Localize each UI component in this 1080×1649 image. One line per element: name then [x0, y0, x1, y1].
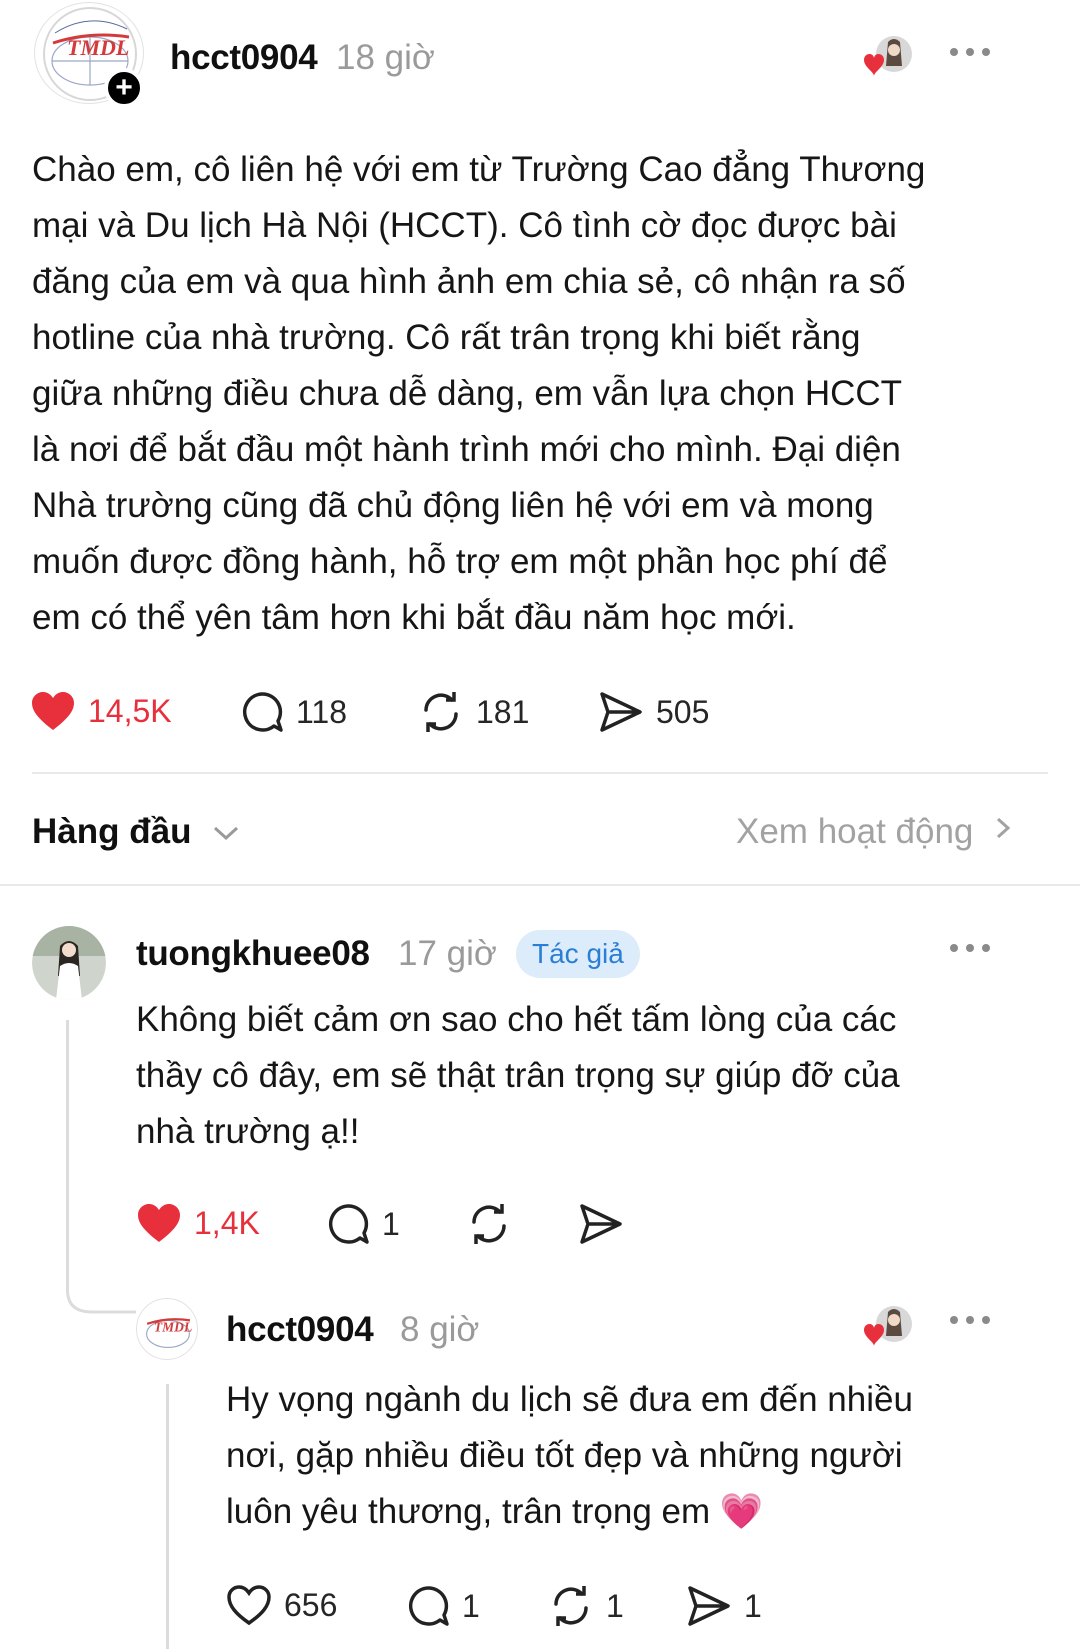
heart-filled-icon	[32, 692, 74, 730]
post-line: là nơi để bắt đầu một hành trình mới cho…	[32, 430, 901, 469]
post-share-button[interactable]: 505	[598, 690, 709, 734]
view-activity-link[interactable]: Xem hoạt động	[736, 812, 1013, 852]
svg-text:TMDL: TMDL	[67, 35, 129, 60]
liker-avatar	[862, 1304, 914, 1352]
comment-repost-button[interactable]	[466, 1202, 512, 1246]
comment-reply-button[interactable]: 1	[326, 1202, 400, 1246]
heart-filled-icon	[138, 1204, 180, 1242]
chevron-down-icon	[214, 826, 239, 841]
post-like-count: 14,5K	[88, 692, 172, 729]
repost-icon	[424, 692, 458, 732]
post-line: em có thể yên tâm hơn khi bắt đầu năm họ…	[32, 598, 796, 637]
post-line: đăng của em và qua hình ảnh em chia sẻ, …	[32, 262, 906, 301]
post-line: Chào em, cô liên hệ với em từ Trường Cao…	[32, 150, 926, 189]
post-line: mại và Du lịch Hà Nội (HCCT). Cô tình cờ…	[32, 206, 897, 245]
post-line: hotline của nhà trường. Cô rất trân trọn…	[32, 318, 861, 357]
post-line: Nhà trường cũng đã chủ động liên hệ với …	[32, 486, 874, 525]
post-reply-button[interactable]: 118	[240, 690, 347, 734]
liker-avatar	[862, 34, 914, 82]
send-icon	[600, 692, 642, 732]
tmdl-logo-icon: TMDL	[146, 1318, 192, 1349]
comment-icon	[328, 1204, 369, 1244]
send-icon	[580, 1204, 622, 1244]
author-badge: Tác giả	[516, 930, 640, 978]
post-body: Chào em, cô liên hệ với em từ Trường Cao…	[32, 142, 1032, 646]
section-divider	[0, 884, 1080, 886]
post-line: muốn được đồng hành, hỗ trợ em một phần …	[32, 542, 888, 581]
reply-reply-button[interactable]: 1	[406, 1584, 480, 1628]
heart-outline-icon	[227, 1585, 271, 1626]
reply-line-text: luôn yêu thương, trân trọng em	[226, 1492, 711, 1531]
comment-line: Không biết cảm ơn sao cho hết tấm lòng c…	[136, 1000, 897, 1039]
sort-label: Hàng đầu	[32, 812, 192, 851]
repost-icon	[554, 1586, 588, 1626]
comment-share-button[interactable]	[578, 1202, 624, 1246]
reply-share-count: 1	[744, 1587, 762, 1624]
send-icon	[688, 1586, 730, 1626]
comment-body: Không biết cảm ơn sao cho hết tấm lòng c…	[136, 992, 1036, 1160]
reply-line: nơi, gặp nhiều điều tốt đẹp và những ngư…	[226, 1436, 903, 1475]
post-share-count: 505	[656, 693, 710, 730]
post-line: giữa những điều chưa dễ dàng, em vẫn lựa…	[32, 374, 903, 413]
comment-thread-line	[66, 1020, 69, 1290]
comment-line: nhà trường ạ!!	[136, 1112, 360, 1151]
reply-share-button[interactable]: 1	[686, 1584, 762, 1628]
chevron-right-icon	[997, 817, 1011, 839]
comment-username[interactable]: tuongkhuee08	[136, 934, 370, 974]
reply-username[interactable]: hcct0904	[226, 1310, 374, 1350]
post-username[interactable]: hcct0904	[170, 38, 318, 78]
post-reply-count: 118	[296, 693, 348, 730]
reply-more-icon[interactable]	[950, 1314, 990, 1326]
view-activity-label: Xem hoạt động	[736, 812, 974, 851]
comment-like-button[interactable]: 1,4K	[136, 1202, 260, 1244]
reply-line: Hy vọng ngành du lịch sẽ đưa em đến nhiề…	[226, 1380, 913, 1419]
comment-avatar[interactable]	[32, 926, 106, 1000]
reply-like-button[interactable]: 656	[226, 1584, 337, 1626]
reply-avatar[interactable]: TMDL	[136, 1298, 198, 1360]
comment-like-count: 1,4K	[194, 1204, 260, 1241]
post-more-icon[interactable]	[950, 46, 990, 58]
follow-button[interactable]: +	[104, 68, 144, 108]
comment-icon	[242, 692, 283, 732]
reply-repost-button[interactable]: 1	[548, 1584, 624, 1628]
post-divider	[32, 772, 1048, 774]
post-time: 18 giờ	[336, 38, 435, 77]
sort-dropdown[interactable]: Hàng đầu	[32, 812, 241, 852]
comment-reply-count: 1	[382, 1205, 400, 1242]
reply-line: luôn yêu thương, trân trọng em 💗	[226, 1484, 1046, 1540]
repost-icon	[472, 1204, 506, 1244]
post-like-button[interactable]: 14,5K	[30, 690, 172, 732]
comment-more-icon[interactable]	[950, 942, 990, 954]
svg-text:TMDL: TMDL	[154, 1320, 192, 1335]
reply-body: Hy vọng ngành du lịch sẽ đưa em đến nhiề…	[226, 1372, 1046, 1540]
comment-icon	[408, 1586, 449, 1626]
post-repost-button[interactable]: 181	[418, 690, 529, 734]
reply-thread-line	[166, 1384, 169, 1649]
reply-reply-count: 1	[462, 1587, 480, 1624]
comment-time: 17 giờ	[398, 934, 497, 973]
reply-repost-count: 1	[606, 1587, 624, 1624]
reply-like-count: 656	[284, 1586, 338, 1623]
comment-line: thầy cô đây, em sẽ thật trân trọng sự gi…	[136, 1056, 900, 1095]
reply-time: 8 giờ	[400, 1310, 480, 1349]
post-repost-count: 181	[476, 693, 530, 730]
thread-curve	[66, 1270, 136, 1314]
heart-emoji-icon: 💗	[719, 1492, 764, 1531]
